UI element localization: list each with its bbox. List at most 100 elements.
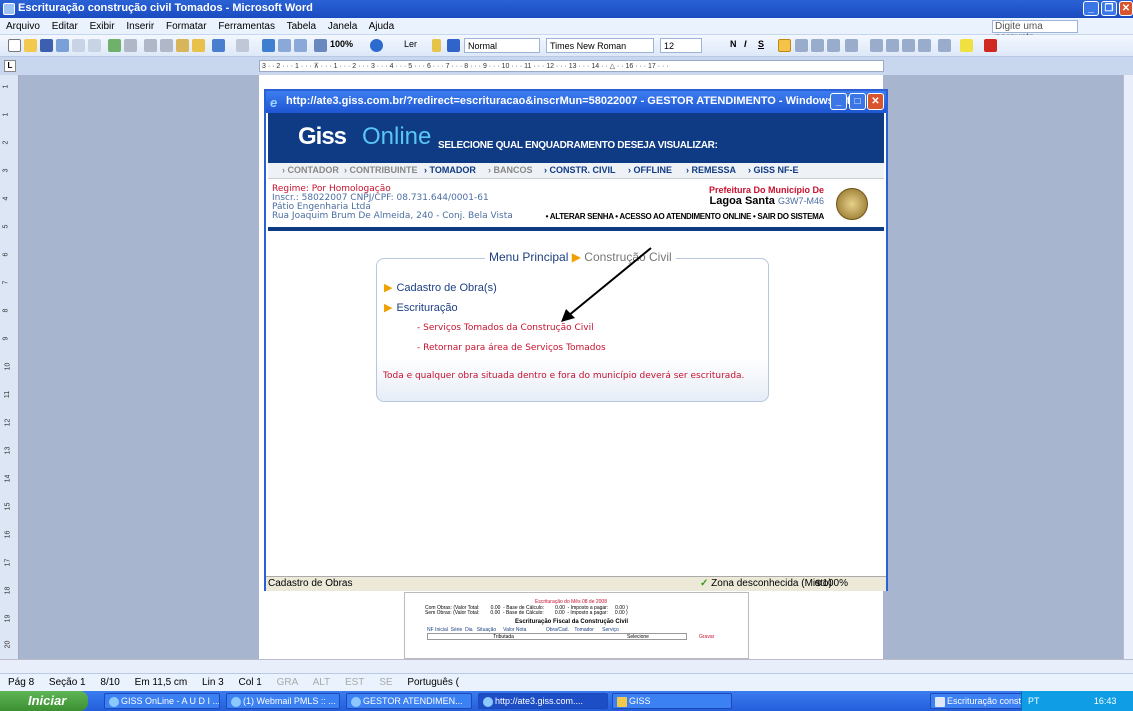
ie-logo-icon: e bbox=[270, 95, 278, 110]
format-painter-icon[interactable] bbox=[192, 39, 205, 52]
vruler-mark: 13 bbox=[4, 446, 12, 455]
menu-janela[interactable]: Janela bbox=[328, 21, 357, 32]
horizontal-scrollbar[interactable] bbox=[0, 659, 1133, 673]
menu-exibir[interactable]: Exibir bbox=[90, 21, 115, 32]
vruler-mark: 19 bbox=[4, 614, 12, 623]
status-se[interactable]: SE bbox=[379, 677, 392, 688]
vruler-mark: 11 bbox=[4, 390, 12, 399]
vruler-mark: 17 bbox=[4, 558, 12, 567]
hyperlink-icon[interactable] bbox=[262, 39, 275, 52]
menu-inserir[interactable]: Inserir bbox=[126, 21, 154, 32]
menu-formatar[interactable]: Formatar bbox=[166, 21, 207, 32]
save-icon[interactable] bbox=[40, 39, 53, 52]
status-language[interactable]: Português ( bbox=[407, 677, 459, 688]
open-folder-icon[interactable] bbox=[24, 39, 37, 52]
style-select[interactable]: Normal bbox=[464, 38, 540, 53]
vertical-ruler[interactable]: 1 1 2 3 4 5 6 7 8 9 10 11 12 13 14 15 16… bbox=[0, 75, 19, 659]
font-size-select[interactable]: 12 bbox=[660, 38, 702, 53]
align-center-icon[interactable] bbox=[795, 39, 808, 52]
status-est[interactable]: EST bbox=[345, 677, 364, 688]
ie-title: http://ate3.giss.com.br/?redirect=escrit… bbox=[286, 95, 860, 107]
word-title-bar: Escrituração construção civil Tomados - … bbox=[0, 0, 1133, 18]
redo-icon[interactable] bbox=[236, 39, 249, 52]
align-right-icon[interactable] bbox=[811, 39, 824, 52]
menu-ferramentas[interactable]: Ferramentas bbox=[218, 21, 275, 32]
status-gra[interactable]: GRA bbox=[277, 677, 299, 688]
columns-icon[interactable] bbox=[314, 39, 327, 52]
help-icon[interactable] bbox=[370, 39, 383, 52]
spelling-icon[interactable] bbox=[108, 39, 121, 52]
menu-arquivo[interactable]: Arquivo bbox=[6, 21, 40, 32]
copy-icon[interactable] bbox=[160, 39, 173, 52]
minimize-icon[interactable]: _ bbox=[1083, 1, 1099, 16]
tray-language[interactable]: PT bbox=[1028, 696, 1039, 706]
task-ate3[interactable]: http://ate3.giss.com.... bbox=[478, 693, 608, 709]
numbering-icon[interactable] bbox=[870, 39, 883, 52]
ie-zoom-value: 100% bbox=[822, 578, 848, 589]
ie-icon bbox=[351, 697, 361, 707]
highlight-icon[interactable] bbox=[960, 39, 973, 52]
bold-icon[interactable]: N bbox=[730, 39, 737, 49]
permission-icon[interactable] bbox=[56, 39, 69, 52]
toolbar-options-icon[interactable] bbox=[432, 39, 441, 52]
new-document-icon[interactable] bbox=[8, 39, 21, 52]
insert-table-icon[interactable] bbox=[294, 39, 307, 52]
menu-ajuda[interactable]: Ajuda bbox=[369, 21, 395, 32]
menu-bar: Arquivo Editar Exibir Inserir Formatar F… bbox=[0, 18, 1133, 43]
help-question-input[interactable]: Digite uma pergunta bbox=[992, 20, 1078, 43]
close-icon[interactable]: ✕ bbox=[1119, 1, 1133, 16]
vruler-mark: 7 bbox=[2, 280, 10, 285]
ie-content: Giss Online SELECIONE QUAL ENQUADRAMENTO… bbox=[266, 113, 886, 576]
task-gestor[interactable]: GESTOR ATENDIMEN... bbox=[346, 693, 472, 709]
vruler-mark: 14 bbox=[4, 474, 12, 483]
start-button[interactable]: Iniciar bbox=[0, 691, 88, 711]
status-alt[interactable]: ALT bbox=[313, 677, 331, 688]
vertical-scrollbar[interactable] bbox=[1123, 75, 1133, 659]
italic-icon[interactable]: I bbox=[744, 39, 747, 49]
task-webmail[interactable]: (1) Webmail PMLS :: ... bbox=[226, 693, 340, 709]
paste-icon[interactable] bbox=[176, 39, 189, 52]
undo-icon[interactable] bbox=[212, 39, 225, 52]
font-select[interactable]: Times New Roman bbox=[546, 38, 654, 53]
borders-icon[interactable] bbox=[938, 39, 951, 52]
decrease-indent-icon[interactable] bbox=[902, 39, 915, 52]
underline-icon[interactable]: S bbox=[758, 39, 764, 49]
folder-icon bbox=[617, 697, 627, 707]
horizontal-ruler[interactable]: 3 · · 2 · · · 1 · · · ⊼ · · · 1 · · · 2 … bbox=[259, 60, 884, 72]
ie-icon bbox=[231, 697, 241, 707]
styles-pane-icon[interactable] bbox=[447, 39, 460, 52]
print-icon[interactable] bbox=[72, 39, 85, 52]
status-section: Seção 1 bbox=[48, 677, 86, 688]
restore-icon[interactable]: ❐ bbox=[1101, 1, 1117, 16]
status-page: Pág 8 bbox=[8, 677, 35, 688]
tab-selector-icon[interactable]: L bbox=[4, 60, 16, 72]
task-label: http://ate3.giss.com.... bbox=[495, 696, 584, 706]
task-word-doc[interactable]: Escrituração construç... bbox=[930, 693, 1026, 709]
toolbar: 100% Ler Normal Times New Roman 12 N I S bbox=[0, 35, 1133, 57]
vruler-mark: 6 bbox=[2, 252, 10, 257]
justify-icon[interactable] bbox=[827, 39, 840, 52]
increase-indent-icon[interactable] bbox=[918, 39, 931, 52]
task-giss-online[interactable]: GISS OnLine - A U D I ... bbox=[104, 693, 220, 709]
align-left-icon[interactable] bbox=[778, 39, 791, 52]
ie-close-icon: ✕ bbox=[867, 93, 884, 110]
vruler-mark: 20 bbox=[4, 640, 12, 649]
menu-tabela[interactable]: Tabela bbox=[287, 21, 316, 32]
status-col: Col 1 bbox=[238, 677, 262, 688]
bullets-icon[interactable] bbox=[886, 39, 899, 52]
research-icon[interactable] bbox=[124, 39, 137, 52]
tray-clock: 16:43 bbox=[1093, 696, 1117, 706]
vruler-mark: 1 bbox=[2, 112, 10, 117]
font-color-icon[interactable] bbox=[984, 39, 997, 52]
read-button[interactable]: Ler bbox=[404, 39, 417, 49]
ie-maximize-icon: □ bbox=[849, 93, 866, 110]
cut-icon[interactable] bbox=[144, 39, 157, 52]
tables-borders-icon[interactable] bbox=[278, 39, 291, 52]
menu-editar[interactable]: Editar bbox=[52, 21, 78, 32]
line-spacing-icon[interactable] bbox=[845, 39, 858, 52]
vruler-mark: 9 bbox=[2, 336, 10, 341]
task-giss-folder[interactable]: GISS bbox=[612, 693, 732, 709]
word-title: Escrituração construção civil Tomados - … bbox=[18, 2, 313, 14]
zoom-value[interactable]: 100% bbox=[330, 39, 353, 49]
print-preview-icon[interactable] bbox=[88, 39, 101, 52]
